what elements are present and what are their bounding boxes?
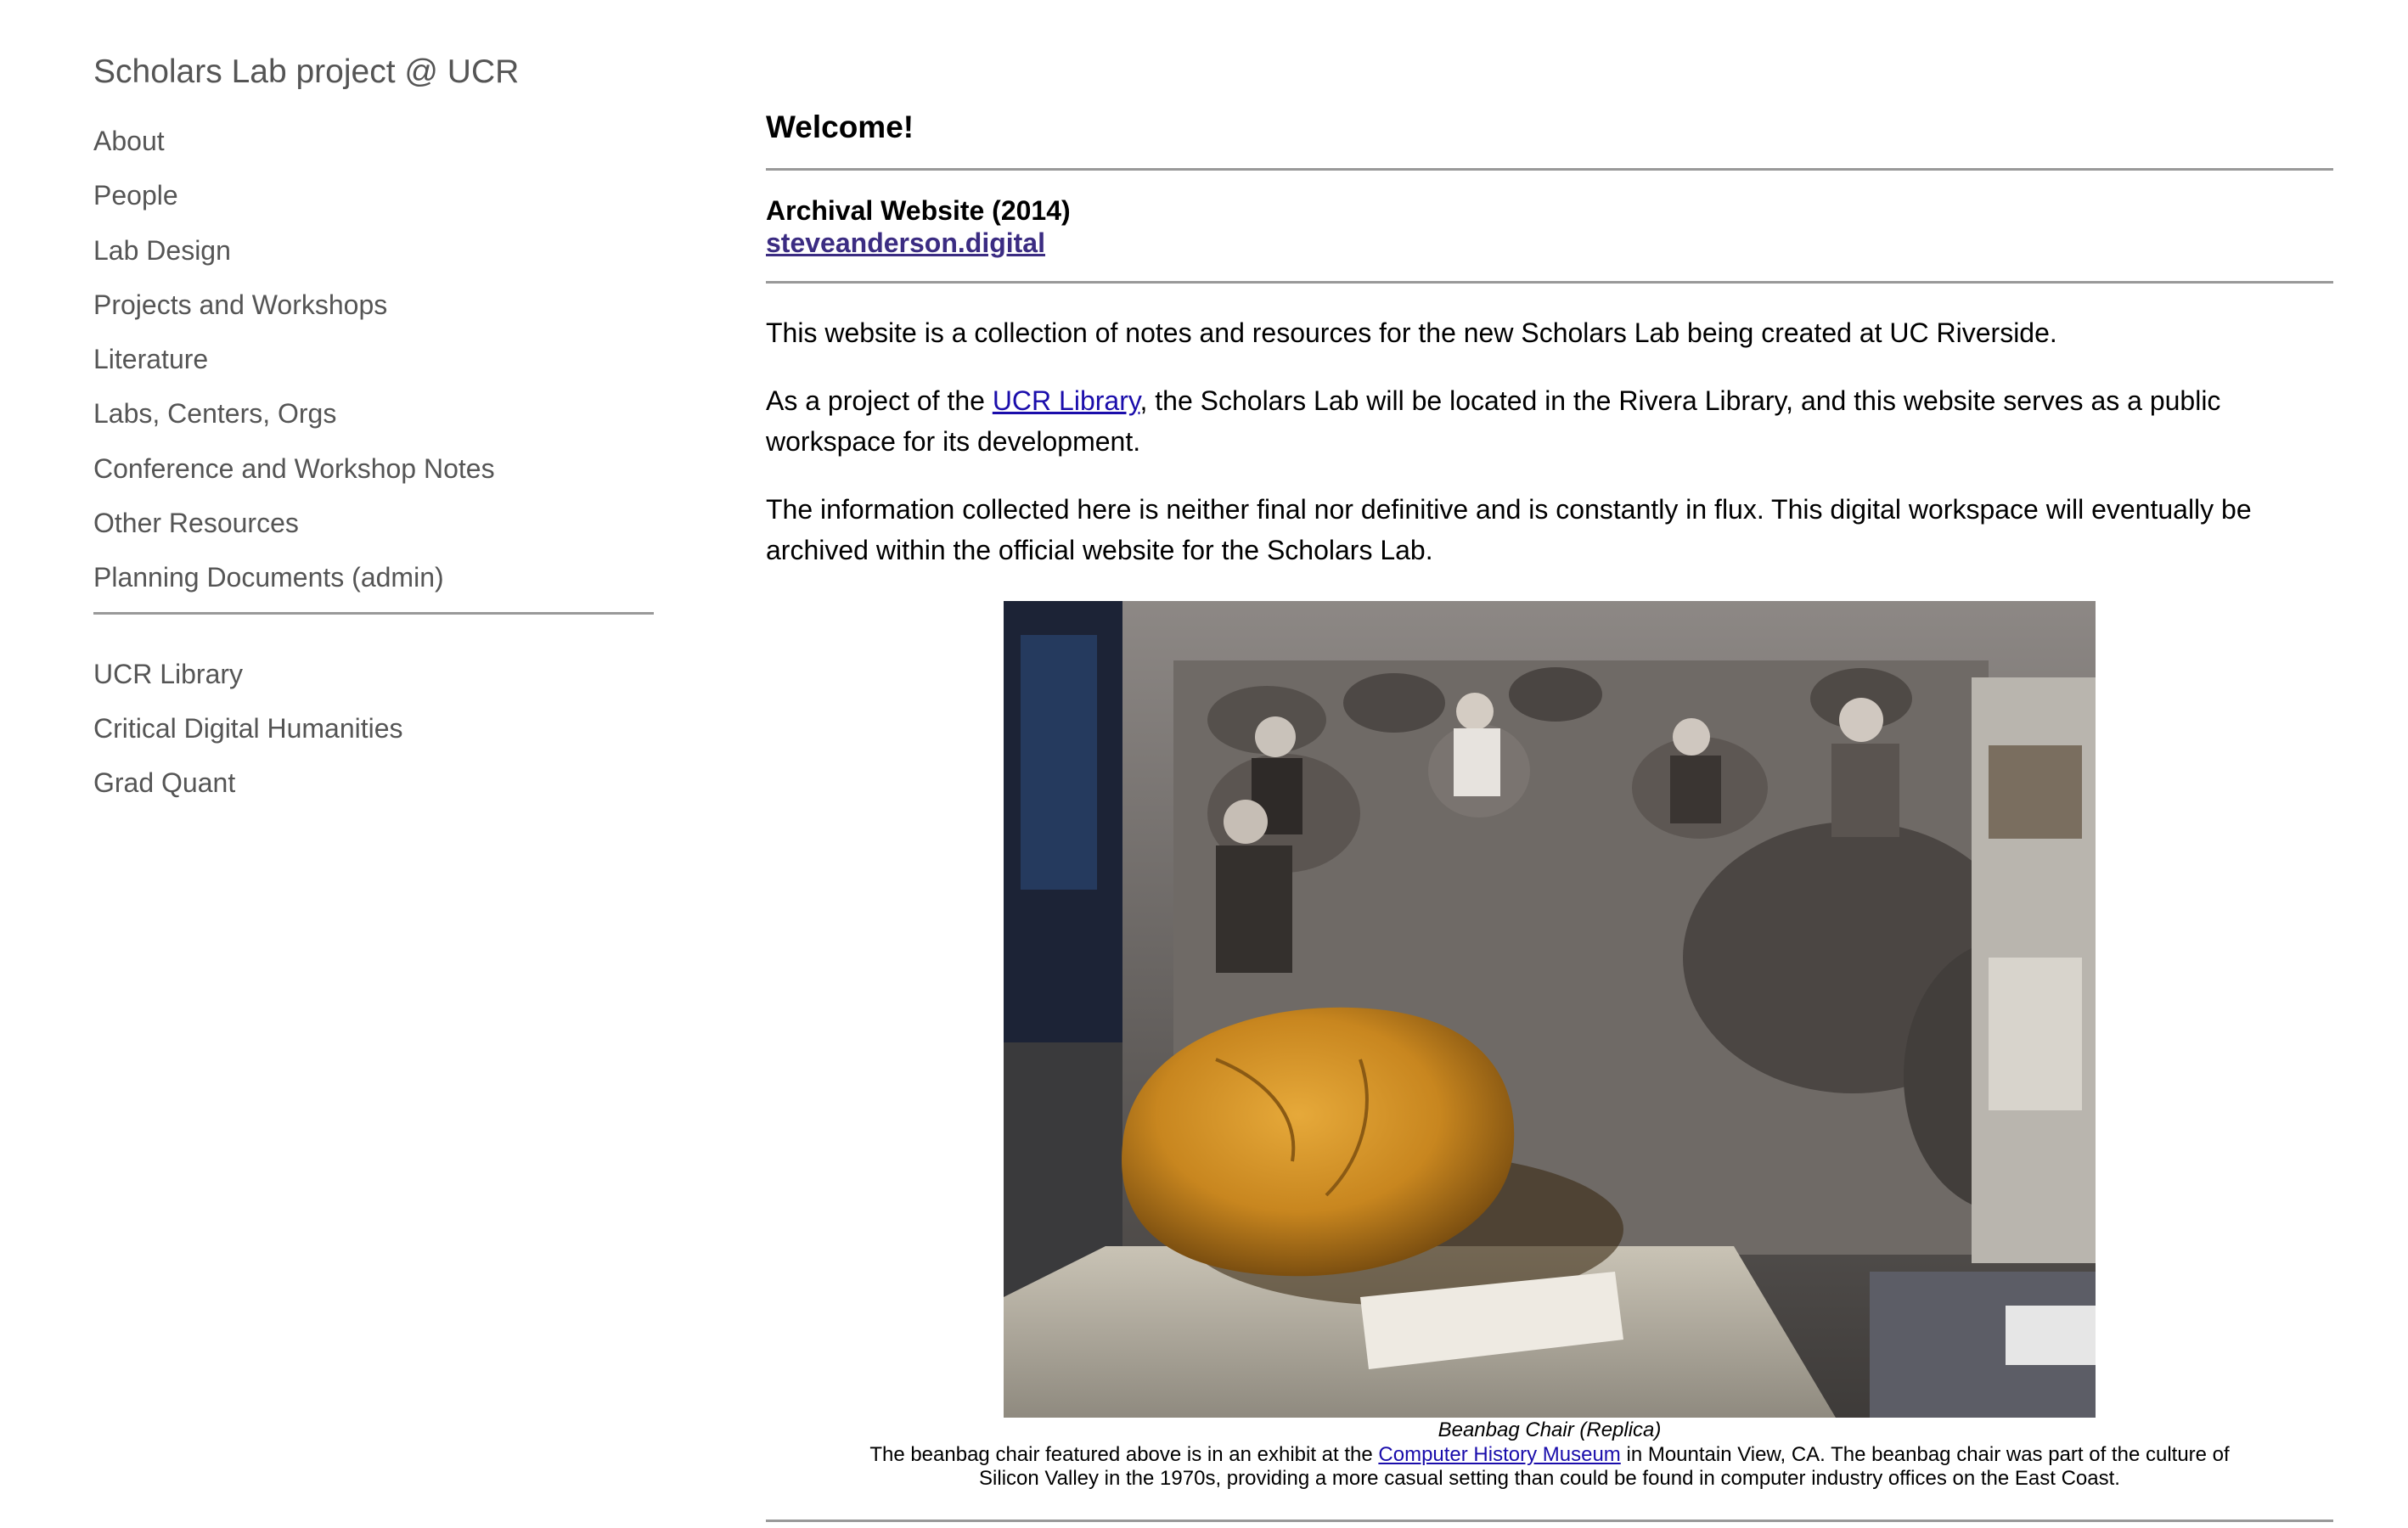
divider — [766, 281, 2333, 284]
ucr-library-inline-link[interactable]: UCR Library — [993, 385, 1140, 416]
beanbag-chair-photo — [1004, 601, 2096, 1418]
archival-website-link[interactable]: steveanderson.digital — [766, 228, 1045, 258]
nav-link-conference-notes[interactable]: Conference and Workshop Notes — [93, 453, 495, 484]
nav-item: Literature — [93, 332, 654, 386]
nav-link-lab-design[interactable]: Lab Design — [93, 235, 231, 266]
nav-link-projects-workshops[interactable]: Projects and Workshops — [93, 289, 387, 320]
divider — [766, 1520, 2333, 1522]
nav-item: Planning Documents (admin) — [93, 550, 654, 604]
caption-text: The beanbag chair featured above is in a… — [869, 1443, 1379, 1466]
nav-link-other-resources[interactable]: Other Resources — [93, 508, 299, 538]
primary-nav: About People Lab Design Projects and Wor… — [93, 114, 654, 605]
nav-item: Lab Design — [93, 223, 654, 278]
photo-illustration — [1004, 601, 2096, 1418]
nav-item: Critical Digital Humanities — [93, 701, 654, 756]
nav-item: UCR Library — [93, 647, 654, 701]
site-title-link[interactable]: Scholars Lab project @ UCR — [93, 53, 654, 92]
nav-item: People — [93, 168, 654, 222]
nav-item: Projects and Workshops — [93, 278, 654, 332]
nav-link-planning-documents[interactable]: Planning Documents (admin) — [93, 562, 444, 593]
nav-item: Grad Quant — [93, 756, 654, 810]
divider — [766, 168, 2333, 171]
nav-item: Other Resources — [93, 496, 654, 550]
paragraph-text: As a project of the — [766, 385, 993, 416]
nav-link-about[interactable]: About — [93, 126, 165, 156]
figure-caption: The beanbag chair featured above is in a… — [862, 1443, 2237, 1491]
link-ucr-library[interactable]: UCR Library — [93, 659, 243, 689]
computer-history-museum-link[interactable]: Computer History Museum — [1378, 1443, 1620, 1466]
figure: Beanbag Chair (Replica) The beanbag chai… — [766, 601, 2333, 1491]
external-links: UCR Library Critical Digital Humanities … — [93, 647, 654, 811]
flux-paragraph: The information collected here is neithe… — [766, 494, 2252, 565]
intro-paragraph: This website is a collection of notes an… — [766, 317, 2057, 348]
nav-item: Conference and Workshop Notes — [93, 441, 654, 496]
link-critical-digital-humanities[interactable]: Critical Digital Humanities — [93, 713, 403, 744]
nav-item: About — [93, 114, 654, 168]
library-paragraph: As a project of the UCR Library, the Sch… — [766, 380, 2333, 462]
archival-website-block: Archival Website (2014) steveanderson.di… — [766, 194, 2333, 259]
sidebar: Scholars Lab project @ UCR About People … — [93, 42, 654, 811]
nav-item: Labs, Centers, Orgs — [93, 386, 654, 441]
page-title: Welcome! — [766, 110, 914, 144]
nav-link-literature[interactable]: Literature — [93, 344, 208, 374]
archival-label: Archival Website (2014) — [766, 195, 1071, 226]
nav-link-people[interactable]: People — [93, 180, 178, 211]
sidebar-divider — [93, 611, 654, 615]
main-content: Welcome! Archival Website (2014) stevean… — [766, 102, 2333, 1522]
nav-link-labs-centers-orgs[interactable]: Labs, Centers, Orgs — [93, 398, 336, 429]
link-grad-quant[interactable]: Grad Quant — [93, 767, 235, 798]
figure-caption-title: Beanbag Chair (Replica) — [1437, 1418, 1662, 1441]
